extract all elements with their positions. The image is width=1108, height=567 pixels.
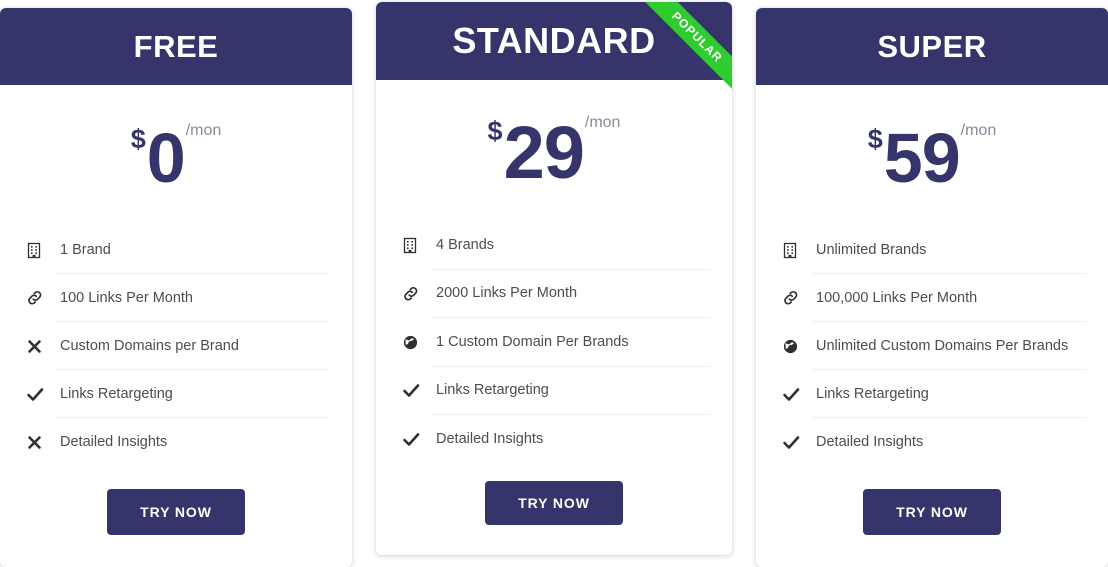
list-item: 1 Brand xyxy=(26,226,330,274)
cta-area-super: TRY NOW xyxy=(756,466,1108,567)
plan-title-super: SUPER xyxy=(756,8,1108,85)
try-now-button-standard[interactable]: TRY NOW xyxy=(485,480,623,525)
check-icon xyxy=(782,386,812,403)
building-icon xyxy=(782,242,812,259)
pricing-plans-board: FREE $0/mon 1 Brand 100 Links Per Month xyxy=(0,0,1108,567)
feature-label: 2000 Links Per Month xyxy=(436,285,578,302)
list-item: 4 Brands xyxy=(402,221,710,270)
feature-label: Links Retargeting xyxy=(816,385,929,402)
feature-label: Custom Domains per Brand xyxy=(60,337,239,354)
feature-label: Links Retargeting xyxy=(436,382,549,399)
list-item: Links Retargeting xyxy=(26,370,330,418)
cross-icon xyxy=(26,338,56,355)
plan-price-free: $0/mon xyxy=(0,85,352,226)
building-icon xyxy=(26,242,56,259)
feature-list-super: Unlimited Brands 100,000 Links Per Month… xyxy=(756,226,1108,466)
check-icon xyxy=(782,434,812,451)
feature-label: Unlimited Brands xyxy=(816,241,927,258)
feature-label: Links Retargeting xyxy=(60,385,173,402)
feature-label: Detailed Insights xyxy=(816,434,924,450)
feature-label: 1 Brand xyxy=(60,241,111,258)
currency-symbol: $ xyxy=(487,116,503,146)
cta-area-standard: TRY NOW xyxy=(376,464,732,555)
list-item: Detailed Insights xyxy=(26,418,330,466)
try-now-button-super[interactable]: TRY NOW xyxy=(863,489,1001,535)
plan-card-free: FREE $0/mon 1 Brand 100 Links Per Month xyxy=(0,8,352,567)
plan-price-standard: $29/mon xyxy=(376,80,732,221)
list-item: 100,000 Links Per Month xyxy=(782,274,1086,322)
price-amount: 0 xyxy=(146,119,186,197)
plan-title-standard: STANDARD xyxy=(376,2,732,80)
list-item: Detailed Insights xyxy=(402,415,710,464)
list-item: Links Retargeting xyxy=(782,370,1086,418)
feature-list-standard: 4 Brands 2000 Links Per Month 1 Custom D… xyxy=(376,221,732,464)
plan-card-super: SUPER $59/mon Unlimited Brands 100,000 L… xyxy=(756,8,1108,567)
price-period: /mon xyxy=(584,114,621,131)
feature-label: 100,000 Links Per Month xyxy=(816,289,978,306)
feature-list-free: 1 Brand 100 Links Per Month Custom Domai… xyxy=(0,226,352,466)
link-icon xyxy=(782,289,812,307)
list-item: 2000 Links Per Month xyxy=(402,270,710,318)
check-icon xyxy=(402,431,432,448)
currency-symbol: $ xyxy=(867,124,883,154)
plan-price-super: $59/mon xyxy=(756,85,1108,226)
feature-label: 1 Custom Domain Per Brands xyxy=(436,333,629,350)
link-icon xyxy=(402,285,432,303)
list-item: Custom Domains per Brand xyxy=(26,322,330,370)
link-icon xyxy=(26,289,56,307)
list-item: Unlimited Brands xyxy=(782,226,1086,274)
globe-icon xyxy=(782,338,812,355)
feature-label: Detailed Insights xyxy=(60,434,168,450)
check-icon xyxy=(26,386,56,403)
cta-area-free: TRY NOW xyxy=(0,466,352,567)
feature-label: 4 Brands xyxy=(436,236,495,253)
try-now-button-free[interactable]: TRY NOW xyxy=(107,489,245,535)
cross-icon xyxy=(26,434,56,451)
currency-symbol: $ xyxy=(130,124,146,154)
plan-title-free: FREE xyxy=(0,8,352,85)
feature-label: Unlimited Custom Domains Per Brands xyxy=(816,337,1069,354)
price-period: /mon xyxy=(185,122,222,139)
list-item: 100 Links Per Month xyxy=(26,274,330,322)
check-icon xyxy=(402,382,432,399)
list-item: Detailed Insights xyxy=(782,418,1086,466)
globe-icon xyxy=(402,334,432,351)
building-icon xyxy=(402,237,432,254)
list-item: Unlimited Custom Domains Per Brands xyxy=(782,322,1086,370)
price-amount: 59 xyxy=(883,119,961,197)
list-item: Links Retargeting xyxy=(402,367,710,415)
price-amount: 29 xyxy=(503,111,585,194)
price-period: /mon xyxy=(960,122,997,139)
feature-label: Detailed Insights xyxy=(436,431,544,448)
plan-card-standard: STANDARD POPULAR $29/mon 4 Brands 2000 L… xyxy=(376,2,732,555)
list-item: 1 Custom Domain Per Brands xyxy=(402,318,710,367)
feature-label: 100 Links Per Month xyxy=(60,289,193,306)
